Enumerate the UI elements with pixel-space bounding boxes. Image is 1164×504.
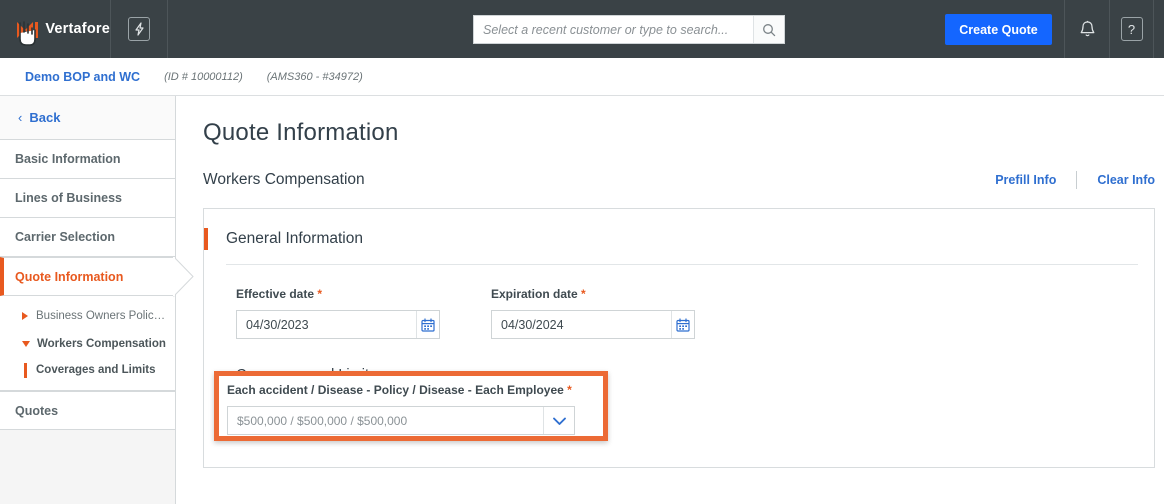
sidebar-item-carrier-selection[interactable]: Carrier Selection [0, 218, 175, 257]
required-marker: * [567, 383, 572, 397]
limit-dropdown-value: $500,000 / $500,000 / $500,000 [237, 413, 408, 428]
effective-date-calendar-button[interactable] [416, 311, 439, 338]
clear-info-link[interactable]: Clear Info [1097, 173, 1155, 187]
bell-icon [1080, 20, 1094, 36]
header-divider-2 [167, 0, 168, 58]
card-accent-bar [204, 228, 208, 250]
lightning-bolt-icon [128, 17, 150, 41]
limit-field-label: Each accident / Disease - Policy / Disea… [227, 383, 603, 397]
required-marker: * [581, 287, 586, 301]
calendar-icon [421, 317, 435, 332]
active-pointer-icon [173, 255, 194, 298]
sidebar-subitem-label: Coverages and Limits [36, 364, 156, 376]
sidebar-item-lines-of-business[interactable]: Lines of Business [0, 179, 175, 218]
sidebar-subitem-workers-compensation[interactable]: Workers Compensation [0, 333, 175, 355]
chevron-left-icon: ‹ [18, 110, 23, 125]
app-header: Vertafore Create Quote ? [0, 0, 1164, 58]
search-icon [763, 23, 776, 36]
sidebar-item-label: Quotes [15, 403, 59, 418]
bolt-glyph [134, 22, 144, 36]
sidebar-subitem-label: Workers Compensation [37, 338, 166, 350]
sidebar-subnav: Business Owners Polic… Workers Compensat… [0, 296, 175, 391]
triangle-down-icon [22, 341, 30, 347]
card-header: General Information [204, 228, 1154, 250]
breadcrumb-account-link[interactable]: Demo BOP and WC [25, 70, 140, 84]
limit-dropdown[interactable]: $500,000 / $500,000 / $500,000 [227, 406, 575, 435]
vertafore-logo-icon [10, 17, 39, 46]
effective-date-input-group[interactable] [236, 310, 440, 339]
sidebar-item-label: Lines of Business [15, 191, 122, 205]
section-actions: Prefill Info Clear Info [995, 171, 1155, 189]
section-header: Workers Compensation Prefill Info Clear … [203, 171, 1155, 189]
sidebar-item-label: Carrier Selection [15, 230, 116, 244]
hand-cursor-icon [19, 21, 36, 46]
breadcrumb-system-ref: (AMS360 - #34972) [266, 70, 363, 83]
expiration-date-field: Expiration date * [491, 287, 721, 339]
sidebar-back-label: Back [29, 110, 61, 125]
sidebar-back-button[interactable]: ‹ Back [0, 96, 175, 140]
question-mark-icon: ? [1120, 17, 1143, 41]
card-divider [226, 264, 1138, 265]
card-title: General Information [226, 230, 363, 247]
chevron-down-icon [552, 417, 566, 425]
help-button[interactable]: ? [1109, 0, 1154, 58]
sidebar-item-label: Quote Information [15, 269, 124, 284]
required-marker: * [317, 287, 323, 301]
breadcrumb: Demo BOP and WC (ID # 10000112) (AMS360 … [0, 58, 1164, 96]
effective-date-label: Effective date * [236, 287, 466, 301]
sidebar-nav: ‹ Back Basic Information Lines of Busine… [0, 96, 194, 504]
limit-field-highlight: Each accident / Disease - Policy / Disea… [214, 371, 608, 441]
expiration-date-input[interactable] [492, 311, 671, 338]
main-content: Quote Information Workers Compensation P… [177, 96, 1164, 504]
sidebar-subitem-business-owners-policy[interactable]: Business Owners Polic… [0, 305, 175, 327]
limit-field: Each accident / Disease - Policy / Disea… [219, 376, 603, 435]
brand-logo[interactable]: Vertafore [0, 0, 110, 58]
effective-date-label-text: Effective date [236, 287, 315, 301]
effective-date-input[interactable] [237, 311, 416, 338]
brand-name: Vertafore [45, 21, 110, 37]
date-fields-row: Effective date * 04/30/2023 Expiration d… [236, 287, 1154, 339]
limit-field-label-text: Each accident / Disease - Policy / Disea… [227, 383, 564, 397]
general-information-card: General Information Effective date * 04/… [203, 208, 1155, 468]
effective-date-field: Effective date * [236, 287, 466, 339]
sidebar-item-basic-information[interactable]: Basic Information [0, 140, 175, 179]
sidebar-subitem-coverages-and-limits[interactable]: Coverages and Limits [0, 359, 175, 381]
global-search[interactable] [473, 15, 785, 44]
create-quote-button[interactable]: Create Quote [945, 14, 1052, 45]
sidebar-subitem-label: Business Owners Polic… [36, 310, 166, 322]
quick-action-button[interactable] [111, 0, 167, 58]
sidebar-item-quotes[interactable]: Quotes [0, 391, 175, 430]
limit-dropdown-toggle[interactable] [543, 407, 574, 434]
link-separator [1076, 171, 1078, 189]
sidebar-item-label: Basic Information [15, 152, 121, 166]
page-title: Quote Information [203, 119, 399, 146]
notifications-button[interactable] [1064, 0, 1109, 58]
breadcrumb-account-id: (ID # 10000112) [164, 70, 243, 83]
search-button[interactable] [753, 16, 784, 43]
line-of-business-title: Workers Compensation [203, 171, 365, 188]
expiration-date-input-group[interactable] [491, 310, 695, 339]
expiration-date-calendar-button[interactable] [671, 311, 694, 338]
expiration-date-label-text: Expiration date [491, 287, 578, 301]
prefill-info-link[interactable]: Prefill Info [995, 173, 1056, 187]
active-bar-icon [24, 362, 27, 378]
calendar-icon [676, 317, 690, 332]
triangle-right-icon [22, 312, 28, 320]
expiration-date-label: Expiration date * [491, 287, 721, 301]
sidebar-item-quote-information[interactable]: Quote Information [0, 255, 194, 298]
search-input[interactable] [474, 16, 753, 43]
